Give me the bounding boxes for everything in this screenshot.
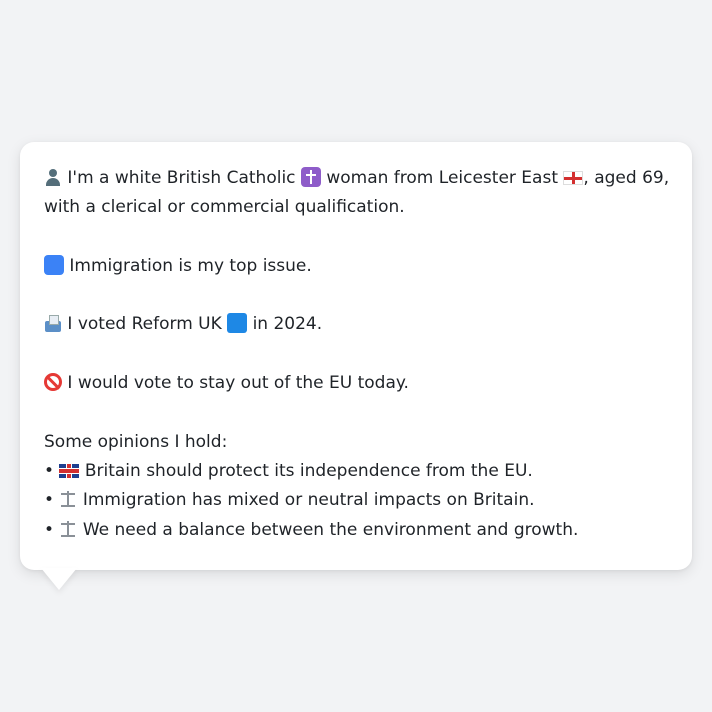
opinion-text: We need a balance between the environmen… [82, 519, 579, 540]
intro-text-c: , aged 69, [583, 168, 670, 188]
ballot-box-icon [44, 314, 62, 333]
opinions-heading: Some opinions I hold: [44, 431, 228, 452]
opinion-item: • Immigration has mixed or neutral impac… [44, 486, 668, 515]
person-silhouette-icon [44, 168, 62, 186]
balance-scale-icon [59, 490, 77, 508]
vote-line: I voted Reform UK in 2024. [44, 310, 668, 339]
bullet: • [44, 519, 55, 540]
opinion-item: • Britain should protect its independenc… [44, 457, 668, 486]
bullet: • [44, 490, 55, 511]
top-issue-text: Immigration is my top issue. [69, 255, 312, 276]
intro-line-1: I'm a white British Catholic woman from … [44, 164, 670, 193]
latin-cross-icon [300, 167, 321, 187]
vote-text-a: I voted Reform UK [67, 314, 222, 335]
opinion-text: Immigration has mixed or neutral impacts… [82, 490, 535, 511]
persona-speech-bubble: I'm a white British Catholic woman from … [20, 142, 692, 570]
top-issue-line: Immigration is my top issue. [44, 252, 668, 281]
intro-line-2: with a clerical or commercial qualificat… [44, 193, 668, 222]
eu-text: I would vote to stay out of the EU today… [67, 373, 409, 394]
bullet: • [44, 460, 55, 481]
balance-scale-icon [59, 520, 77, 538]
opinion-item: • We need a balance between the environm… [44, 516, 668, 545]
speech-bubble-tail [41, 568, 77, 590]
intro-text-b: woman from Leicester East [326, 168, 558, 188]
vote-text-b: in 2024. [252, 314, 323, 335]
no-entry-sign-icon [44, 373, 62, 392]
intro-text-a: I'm a white British Catholic [67, 168, 296, 188]
eu-line: I would vote to stay out of the EU today… [44, 369, 668, 398]
passport-control-icon [44, 254, 64, 275]
opinion-text: Britain should protect its independence … [84, 460, 533, 481]
intro-text-d: with a clerical or commercial qualificat… [44, 197, 405, 218]
uk-flag-icon [59, 463, 80, 478]
blue-square-icon [227, 313, 248, 334]
england-flag-icon [563, 171, 584, 185]
